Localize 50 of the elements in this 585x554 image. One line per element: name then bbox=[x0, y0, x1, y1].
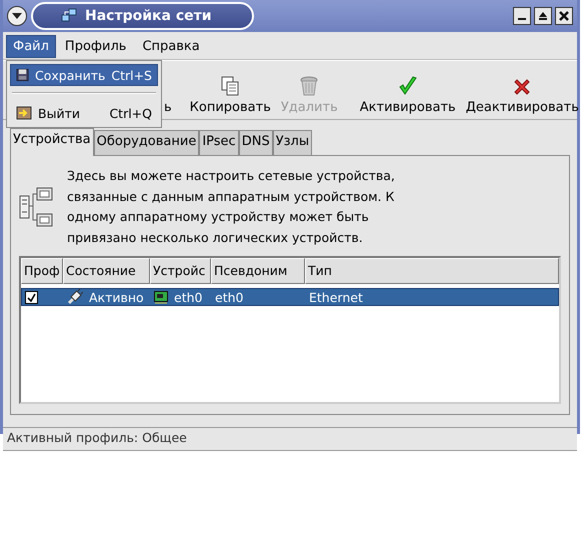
tab[interactable]: Узлы bbox=[272, 130, 312, 155]
maximize-button[interactable] bbox=[534, 7, 552, 25]
check-icon bbox=[27, 292, 36, 302]
menu-entry[interactable]: Сохранить Ctrl+S bbox=[10, 64, 158, 86]
menu-entry-label: Сохранить bbox=[35, 68, 106, 82]
network-card-icon bbox=[154, 290, 168, 304]
table-cell: eth0 bbox=[215, 290, 244, 304]
description-text: Здесь вы можете настроить сетевые устройства, связанные с данным аппаратным устройством. К одному аппаратному устройству может быть привязано несколько логических устройств. bbox=[67, 167, 395, 247]
shortcut-label: Ctrl+S bbox=[111, 68, 152, 82]
column-header[interactable]: Проф bbox=[21, 258, 63, 284]
network-devices-icon bbox=[19, 186, 53, 228]
toolbar-button[interactable]: ь bbox=[159, 100, 177, 115]
tab[interactable]: Устройства bbox=[10, 128, 94, 156]
toolbar-button[interactable]: Деактивировать bbox=[460, 77, 584, 115]
column-header[interactable]: Устройс bbox=[150, 258, 211, 284]
menu-item[interactable]: Профиль bbox=[58, 34, 134, 58]
floppy-icon bbox=[16, 68, 30, 82]
close-icon bbox=[559, 11, 569, 21]
checkbox[interactable] bbox=[25, 290, 38, 304]
copy-icon bbox=[219, 75, 242, 97]
column-header[interactable]: Состояние bbox=[63, 258, 150, 284]
column-header[interactable]: Тип bbox=[305, 258, 559, 284]
caret-icon bbox=[12, 13, 22, 19]
table-cell: Активно bbox=[89, 290, 144, 304]
window-menu-button[interactable] bbox=[7, 6, 27, 26]
status-text: Активный профиль: Общее bbox=[7, 430, 187, 445]
tab[interactable]: Оборудование bbox=[94, 130, 200, 155]
minimize-button[interactable] bbox=[513, 7, 531, 25]
toolbar-button[interactable]: Копировать bbox=[184, 75, 276, 115]
cross-icon bbox=[512, 77, 532, 97]
exit-icon bbox=[16, 106, 32, 120]
menu-item[interactable]: Файл bbox=[6, 34, 56, 58]
window-title: Настройка сети bbox=[85, 8, 212, 24]
table-cell: Ethernet bbox=[309, 290, 363, 304]
shortcut-label: Ctrl+Q bbox=[109, 106, 152, 120]
table-row[interactable]: Активно eth0 eth0 Ethernet bbox=[21, 288, 559, 306]
column-header[interactable]: Псевдоним bbox=[211, 258, 305, 284]
network-icon bbox=[61, 8, 77, 24]
menu-entry-label: Выйти bbox=[38, 106, 80, 120]
tab[interactable]: DNS bbox=[238, 130, 273, 155]
toolbar-button[interactable]: Активировать bbox=[354, 75, 461, 115]
tab[interactable]: IPsec bbox=[199, 130, 239, 155]
minimize-icon bbox=[518, 18, 526, 20]
check-icon bbox=[396, 75, 419, 97]
menu-entry[interactable]: Выйти Ctrl+Q bbox=[10, 102, 158, 124]
table-cell: eth0 bbox=[174, 290, 202, 304]
eject-icon bbox=[538, 11, 548, 21]
menu-item[interactable]: Справка bbox=[135, 34, 207, 58]
close-button[interactable] bbox=[555, 7, 573, 25]
trash-icon bbox=[298, 75, 320, 97]
